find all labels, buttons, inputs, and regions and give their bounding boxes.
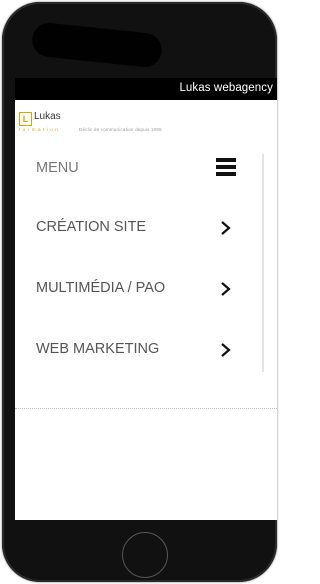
- logo-icon[interactable]: L: [19, 112, 32, 126]
- home-button[interactable]: [122, 532, 168, 578]
- chevron-right-icon: [221, 282, 231, 296]
- nav-menu: MENU CRÉATION SITE MULTIMÉDIA / PAO WEB …: [15, 142, 277, 409]
- chevron-right-icon: [221, 221, 231, 235]
- phone-frame: Lukas webagency L Lukas formation Déclic…: [2, 2, 277, 582]
- logo-subtitle: formation: [19, 127, 61, 132]
- menu-header: MENU: [15, 142, 255, 196]
- phone-speaker: [30, 21, 164, 69]
- top-bar: Lukas webagency: [15, 78, 277, 100]
- menu-item-label: MULTIMÉDIA / PAO: [36, 280, 166, 296]
- logo-tagline: Déclic de communication depuis 1995: [79, 127, 162, 132]
- menu-scrollbar[interactable]: [262, 154, 264, 372]
- chevron-right-icon: [221, 343, 231, 357]
- menu-item-creation-site[interactable]: CRÉATION SITE: [15, 201, 255, 255]
- phone-screen: Lukas webagency L Lukas formation Déclic…: [15, 78, 277, 520]
- menu-title: MENU: [36, 160, 79, 176]
- site-title: Lukas webagency: [179, 82, 273, 94]
- site-header: L Lukas formation Déclic de communicatio…: [15, 100, 277, 143]
- menu-item-web-marketing[interactable]: WEB MARKETING: [15, 323, 255, 377]
- menu-item-label: CRÉATION SITE: [36, 219, 147, 235]
- menu-item-label: WEB MARKETING: [36, 341, 160, 357]
- logo-name[interactable]: Lukas: [34, 111, 61, 122]
- hamburger-icon[interactable]: [216, 158, 236, 178]
- menu-item-multimedia-pao[interactable]: MULTIMÉDIA / PAO: [15, 262, 255, 316]
